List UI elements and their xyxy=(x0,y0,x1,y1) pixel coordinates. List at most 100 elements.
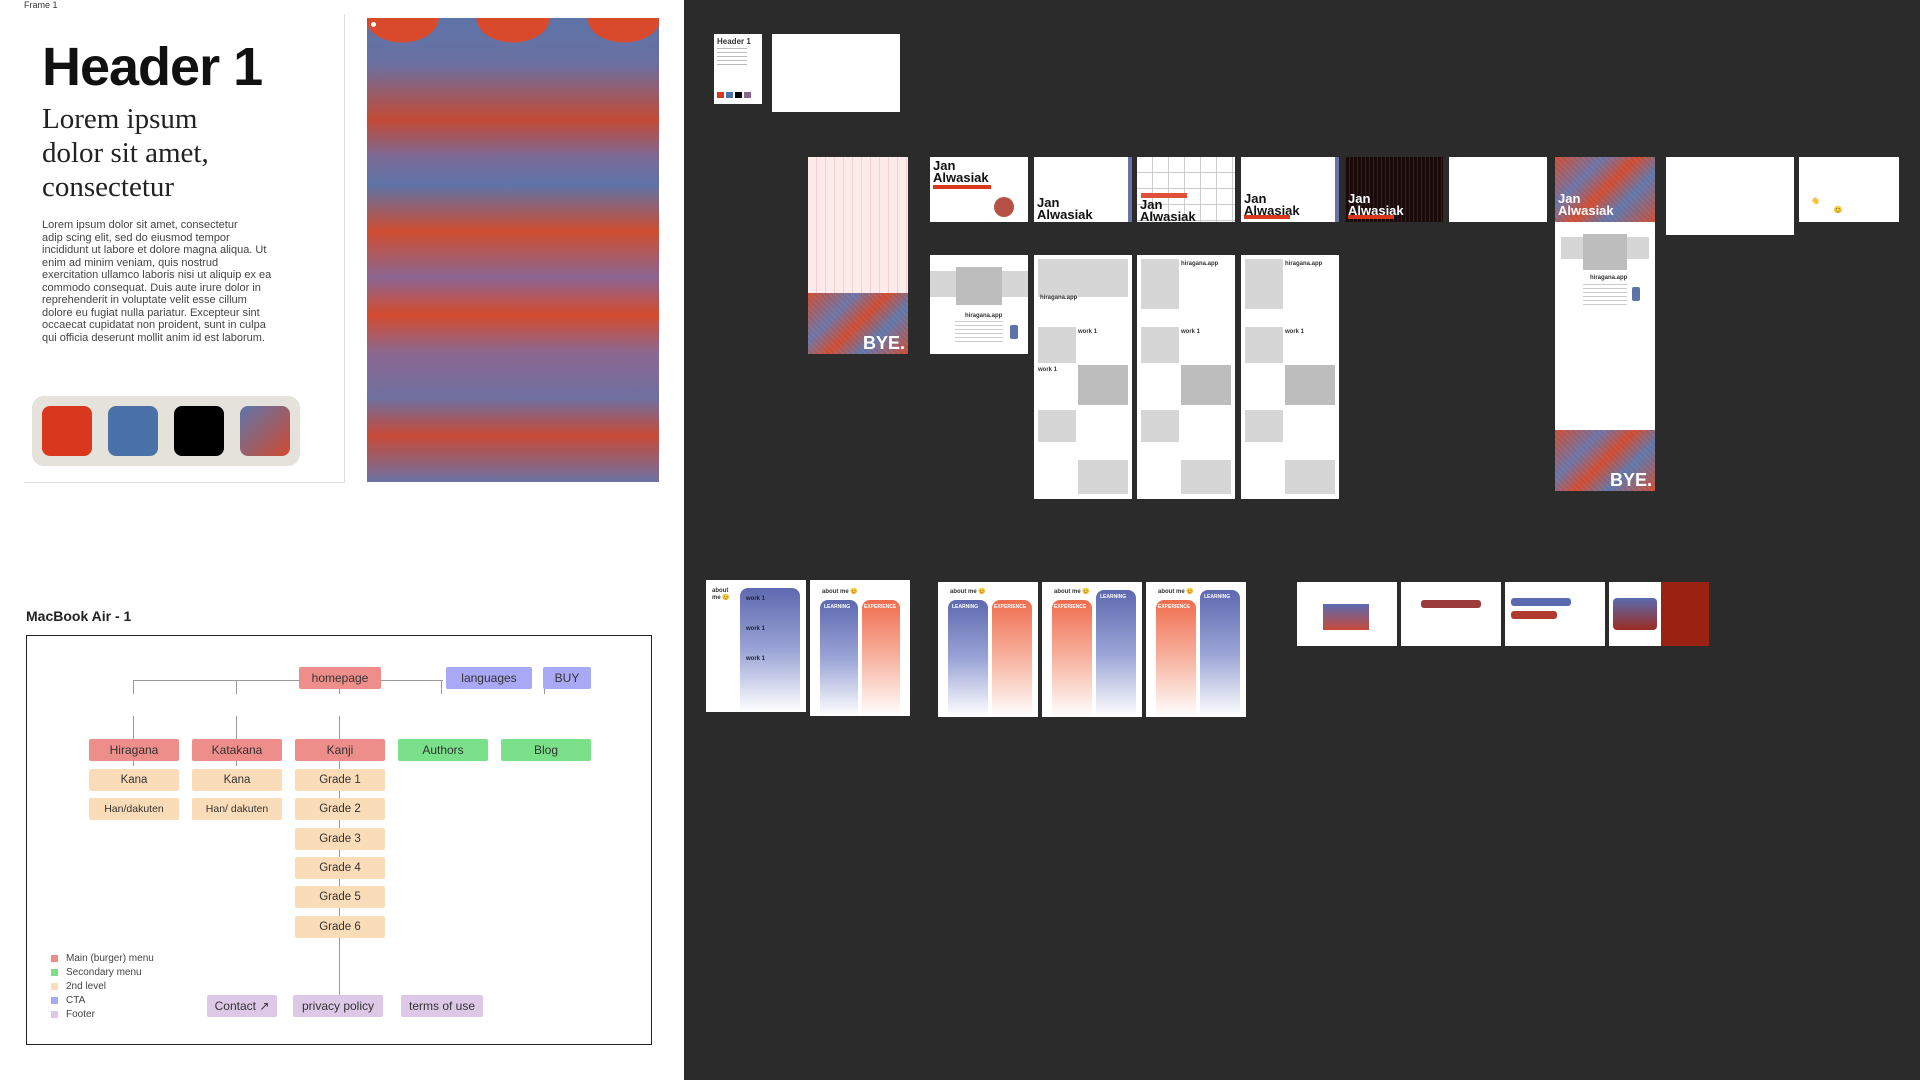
node-grade-4[interactable]: Grade 4 xyxy=(295,857,385,879)
thumb-card-1[interactable] xyxy=(1297,582,1397,646)
thumb-about-5[interactable]: about me 😊 EXPERIENCE LEARNING xyxy=(1146,582,1246,717)
experience-label: EXPERIENCE xyxy=(1158,604,1191,610)
accent-bar xyxy=(1244,215,1290,219)
header-1-sample: Header 1 xyxy=(42,37,263,97)
thumb-wire-1[interactable]: hiragana.app xyxy=(930,255,1028,354)
hero-name: Jan Alwasiak xyxy=(1452,192,1508,217)
thumb-wire-2[interactable]: hiragana.app work 1 work 1 xyxy=(1034,255,1132,499)
thumb-hero-1[interactable]: Jan Alwasiak xyxy=(930,157,1028,222)
card-pill xyxy=(1511,611,1557,619)
nav-pill xyxy=(1802,160,1818,165)
image-placeholder xyxy=(1141,259,1179,309)
connector-line xyxy=(133,680,134,694)
thumb-mobile-stripes[interactable]: BYE. xyxy=(808,157,908,354)
image-placeholder xyxy=(1181,365,1231,405)
body-text-sample: Lorem ipsum dolor sit amet, consectetur … xyxy=(42,219,282,344)
node-katakana-handakuten[interactable]: Han/ dakuten xyxy=(192,798,282,820)
body-line: occaecat cupidatat non proident, sunt in… xyxy=(42,319,266,331)
node-homepage[interactable]: homepage xyxy=(299,667,381,689)
node-contact[interactable]: Contact ↗ xyxy=(207,995,277,1017)
swatch-black[interactable] xyxy=(174,406,224,456)
bye-text: BYE. xyxy=(1609,470,1652,490)
legend-item: Footer xyxy=(51,1009,95,1020)
image-placeholder xyxy=(956,267,1002,305)
node-grade-2[interactable]: Grade 2 xyxy=(295,798,385,820)
thumb-style-guide[interactable]: Header 1 xyxy=(714,34,762,104)
thumb-about-4[interactable]: about me 😊 EXPERIENCE LEARNING xyxy=(1042,582,1142,717)
connector-line xyxy=(133,680,443,681)
thumb-mobile-full[interactable]: Jan Alwasiak hiragana.app BYE. xyxy=(1555,157,1655,491)
node-buy[interactable]: BUY xyxy=(543,667,591,689)
swatch-red[interactable] xyxy=(42,406,92,456)
legend-item: 2nd level xyxy=(51,981,106,992)
accent-bar xyxy=(1348,215,1394,219)
avatar xyxy=(994,197,1014,217)
thumb-texture[interactable] xyxy=(772,34,900,112)
node-grade-1[interactable]: Grade 1 xyxy=(295,769,385,791)
image-placeholder xyxy=(1141,327,1179,363)
node-grade-3[interactable]: Grade 3 xyxy=(295,828,385,850)
node-authors[interactable]: Authors xyxy=(398,739,488,761)
bye-text: BYE. xyxy=(862,333,905,353)
legend-label: Secondary menu xyxy=(66,967,142,978)
style-guide-frame[interactable]: Header 1 Lorem ipsum dolor sit amet, con… xyxy=(24,14,345,483)
node-katakana-kana[interactable]: Kana xyxy=(192,769,282,791)
swatch-gradient[interactable] xyxy=(240,406,290,456)
hero-name: Jan Alwasiak xyxy=(1348,192,1404,217)
frame-1-label[interactable]: Frame 1 xyxy=(24,0,58,10)
legend-item: Main (burger) menu xyxy=(51,953,154,964)
thumb-hero-6[interactable]: Jan Alwasiak xyxy=(1449,157,1547,222)
node-grade-5[interactable]: Grade 5 xyxy=(295,886,385,908)
thumb-about-1[interactable]: about me 😊 work 1 work 1 work 1 xyxy=(706,580,806,712)
thumb-hero-4[interactable]: Jan Alwasiak xyxy=(1241,157,1339,222)
sitemap-frame[interactable]: homepage languages BUY Hiragana Katakana… xyxy=(26,635,652,1045)
legend-label: Main (burger) menu xyxy=(66,953,154,964)
thumb-about-2[interactable]: about me 😊 LEARNING EXPERIENCE xyxy=(810,580,910,716)
hero-name: Jan Alwasiak xyxy=(1140,198,1196,222)
gradient-wave-image[interactable] xyxy=(367,18,659,482)
node-grade-6[interactable]: Grade 6 xyxy=(295,916,385,938)
text-placeholder xyxy=(955,321,1003,343)
card-panel xyxy=(1613,598,1657,630)
node-blog[interactable]: Blog xyxy=(501,739,591,761)
node-terms-of-use[interactable]: terms of use xyxy=(401,995,483,1017)
learning-column xyxy=(1200,590,1240,717)
node-privacy-policy[interactable]: privacy policy xyxy=(293,995,383,1017)
image-placeholder xyxy=(1285,365,1335,405)
work-title: work 1 xyxy=(746,656,766,662)
thumb-hero-2[interactable]: Jan Alwasiak xyxy=(1034,157,1132,222)
thumb-card-3[interactable] xyxy=(1505,582,1605,646)
image-placeholder xyxy=(1285,460,1335,494)
thumb-hero-5[interactable]: Jan Alwasiak xyxy=(1345,157,1443,222)
learning-column xyxy=(1096,590,1136,717)
subheader-line: Lorem ipsum xyxy=(42,103,198,135)
image-placeholder xyxy=(1245,327,1283,363)
mini-swatch xyxy=(744,92,751,98)
thumb-about-3[interactable]: about me 😊 LEARNING EXPERIENCE xyxy=(938,582,1038,717)
node-kanji[interactable]: Kanji xyxy=(295,739,385,761)
legend-label: 2nd level xyxy=(66,981,107,992)
sitemap-frame-label[interactable]: MacBook Air - 1 xyxy=(26,608,131,624)
subheader-line: dolor sit amet, xyxy=(42,137,209,169)
swatch-blue[interactable] xyxy=(108,406,158,456)
thumb-hero-hi[interactable]: Hi 👋, My name is Jan Alwasiak 😊 xyxy=(1799,157,1899,222)
node-hiragana[interactable]: Hiragana xyxy=(89,739,179,761)
thumb-hero-3[interactable]: Jan Alwasiak xyxy=(1137,157,1235,222)
node-hiragana-handakuten[interactable]: Han/dakuten xyxy=(89,798,179,820)
node-katakana[interactable]: Katakana xyxy=(192,739,282,761)
thumb-wire-4[interactable]: hiragana.app work 1 xyxy=(1241,255,1339,499)
thumb-wire-3[interactable]: hiragana.app work 1 xyxy=(1137,255,1235,499)
about-me-title: about me 😊 xyxy=(822,589,858,595)
thumb-card-2[interactable] xyxy=(1401,582,1501,646)
connector-line xyxy=(236,680,237,694)
thumb-card-4[interactable] xyxy=(1609,582,1709,646)
body-line: incididunt ut labore et dolore magna ali… xyxy=(42,244,267,256)
work-title: work 1 xyxy=(1285,329,1305,335)
node-hiragana-kana[interactable]: Kana xyxy=(89,769,179,791)
accent-edge xyxy=(1335,157,1339,222)
thumb-texture-2[interactable] xyxy=(1666,157,1794,235)
body-line: adip scing elit, sed do eiusmod tempor xyxy=(42,231,230,244)
node-languages[interactable]: languages xyxy=(446,667,532,689)
body-line: commodo consequat. Duis aute irure dolor… xyxy=(42,281,261,294)
mini-swatch xyxy=(726,92,733,98)
